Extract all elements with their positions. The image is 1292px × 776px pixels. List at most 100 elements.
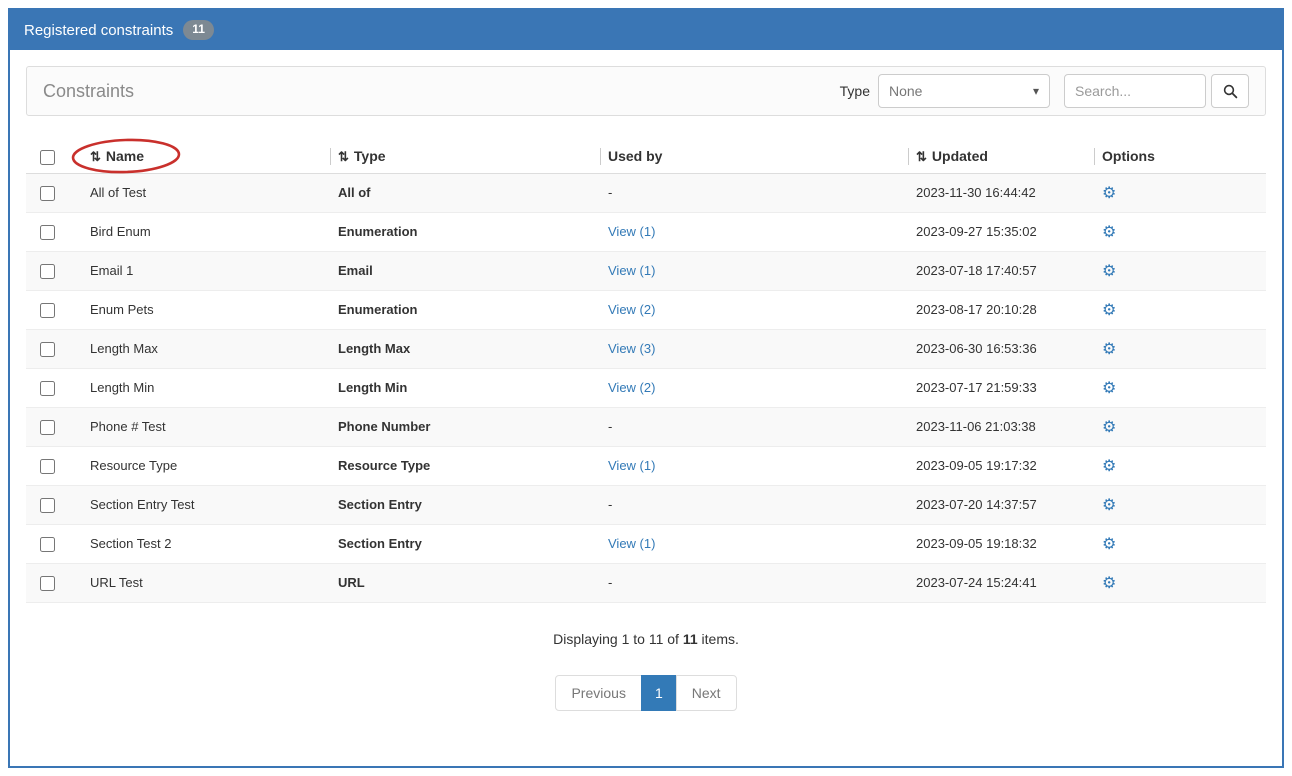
constraints-table: ⇅Name ⇅Type Used by ⇅Updated — [26, 140, 1266, 603]
updated-timestamp: 2023-11-30 16:44:42 — [908, 173, 1094, 212]
constraint-type: Email — [330, 251, 600, 290]
constraint-name: All of Test — [82, 173, 330, 212]
table-row: Enum Pets Enumeration View (2) 2023-08-1… — [26, 290, 1266, 329]
constraint-type: Section Entry — [330, 485, 600, 524]
constraint-type: Phone Number — [330, 407, 600, 446]
search-group — [1064, 74, 1249, 108]
constraint-type: Section Entry — [330, 524, 600, 563]
panel-header: Registered constraints 11 — [10, 10, 1282, 50]
row-checkbox[interactable] — [40, 342, 55, 357]
table-row: Email 1 Email View (1) 2023-07-18 17:40:… — [26, 251, 1266, 290]
gear-icon[interactable]: ⚙ — [1102, 575, 1116, 592]
constraint-name: Email 1 — [82, 251, 330, 290]
gear-icon[interactable]: ⚙ — [1102, 536, 1116, 553]
updated-timestamp: 2023-06-30 16:53:36 — [908, 329, 1094, 368]
constraint-name: Length Min — [82, 368, 330, 407]
updated-timestamp: 2023-09-27 15:35:02 — [908, 212, 1094, 251]
search-icon — [1223, 84, 1238, 99]
constraint-name: Enum Pets — [82, 290, 330, 329]
gear-icon[interactable]: ⚙ — [1102, 458, 1116, 475]
row-checkbox[interactable] — [40, 264, 55, 279]
gear-icon[interactable]: ⚙ — [1102, 224, 1116, 241]
updated-timestamp: 2023-09-05 19:17:32 — [908, 446, 1094, 485]
constraint-type: Length Max — [330, 329, 600, 368]
column-header-type[interactable]: ⇅Type — [330, 140, 600, 173]
constraint-type: Enumeration — [330, 290, 600, 329]
type-filter-select[interactable]: None ▾ — [878, 74, 1050, 108]
gear-icon[interactable]: ⚙ — [1102, 497, 1116, 514]
page-1-button[interactable]: 1 — [641, 675, 677, 711]
row-checkbox[interactable] — [40, 225, 55, 240]
table-row: Length Min Length Min View (2) 2023-07-1… — [26, 368, 1266, 407]
view-link[interactable]: View (3) — [608, 341, 655, 356]
gear-icon[interactable]: ⚙ — [1102, 341, 1116, 358]
row-checkbox[interactable] — [40, 459, 55, 474]
column-header-options: Options — [1094, 140, 1266, 173]
updated-timestamp: 2023-11-06 21:03:38 — [908, 407, 1094, 446]
next-page-button[interactable]: Next — [676, 675, 737, 711]
constraint-type: URL — [330, 563, 600, 602]
view-link[interactable]: View (2) — [608, 380, 655, 395]
table-body: All of Test All of - 2023-11-30 16:44:42… — [26, 173, 1266, 602]
gear-icon[interactable]: ⚙ — [1102, 380, 1116, 397]
table-row: URL Test URL - 2023-07-24 15:24:41 ⚙ — [26, 563, 1266, 602]
type-filter-value: None — [889, 83, 922, 99]
table-row: Section Test 2 Section Entry View (1) 20… — [26, 524, 1266, 563]
row-checkbox[interactable] — [40, 303, 55, 318]
toolbar: Constraints Type None ▾ — [26, 66, 1266, 116]
gear-icon[interactable]: ⚙ — [1102, 419, 1116, 436]
row-checkbox[interactable] — [40, 381, 55, 396]
updated-timestamp: 2023-07-18 17:40:57 — [908, 251, 1094, 290]
toolbar-title: Constraints — [43, 81, 134, 102]
view-link[interactable]: View (1) — [608, 458, 655, 473]
column-header-select-all — [26, 140, 82, 173]
constraints-panel: Registered constraints 11 Constraints Ty… — [8, 8, 1284, 768]
gear-icon[interactable]: ⚙ — [1102, 302, 1116, 319]
row-checkbox[interactable] — [40, 576, 55, 591]
updated-timestamp: 2023-07-17 21:59:33 — [908, 368, 1094, 407]
count-badge: 11 — [183, 20, 214, 39]
row-checkbox[interactable] — [40, 498, 55, 513]
gear-icon[interactable]: ⚙ — [1102, 185, 1116, 202]
gear-icon[interactable]: ⚙ — [1102, 263, 1116, 280]
row-checkbox[interactable] — [40, 537, 55, 552]
constraint-name: Length Max — [82, 329, 330, 368]
constraint-name: Phone # Test — [82, 407, 330, 446]
chevron-down-icon: ▾ — [1033, 84, 1039, 98]
view-link[interactable]: View (1) — [608, 536, 655, 551]
row-checkbox[interactable] — [40, 186, 55, 201]
column-header-used-by: Used by — [600, 140, 908, 173]
constraint-name: Resource Type — [82, 446, 330, 485]
page: Registered constraints 11 Constraints Ty… — [0, 0, 1292, 776]
search-input[interactable] — [1064, 74, 1206, 108]
search-button[interactable] — [1211, 74, 1249, 108]
results-summary: Displaying 1 to 11 of 11 items. — [26, 631, 1266, 647]
view-link[interactable]: View (1) — [608, 224, 655, 239]
pagination: Previous 1 Next — [26, 675, 1266, 711]
view-link[interactable]: View (1) — [608, 263, 655, 278]
row-checkbox[interactable] — [40, 420, 55, 435]
used-by-value: - — [608, 497, 612, 512]
constraint-type: Enumeration — [330, 212, 600, 251]
type-filter-label: Type — [840, 83, 870, 99]
column-header-name[interactable]: ⇅Name — [82, 140, 330, 173]
updated-timestamp: 2023-07-24 15:24:41 — [908, 563, 1094, 602]
select-all-checkbox[interactable] — [40, 150, 55, 165]
constraint-name: Bird Enum — [82, 212, 330, 251]
table-row: Section Entry Test Section Entry - 2023-… — [26, 485, 1266, 524]
constraint-name: Section Test 2 — [82, 524, 330, 563]
updated-timestamp: 2023-08-17 20:10:28 — [908, 290, 1094, 329]
table-row: Resource Type Resource Type View (1) 202… — [26, 446, 1266, 485]
previous-page-button[interactable]: Previous — [555, 675, 641, 711]
panel-body: Constraints Type None ▾ — [10, 50, 1282, 727]
panel-title: Registered constraints — [24, 22, 173, 39]
sort-icon: ⇅ — [916, 149, 927, 164]
column-header-updated[interactable]: ⇅Updated — [908, 140, 1094, 173]
table-header-row: ⇅Name ⇅Type Used by ⇅Updated — [26, 140, 1266, 173]
table-row: All of Test All of - 2023-11-30 16:44:42… — [26, 173, 1266, 212]
constraint-type: Length Min — [330, 368, 600, 407]
view-link[interactable]: View (2) — [608, 302, 655, 317]
updated-timestamp: 2023-07-20 14:37:57 — [908, 485, 1094, 524]
constraint-type: Resource Type — [330, 446, 600, 485]
used-by-value: - — [608, 575, 612, 590]
